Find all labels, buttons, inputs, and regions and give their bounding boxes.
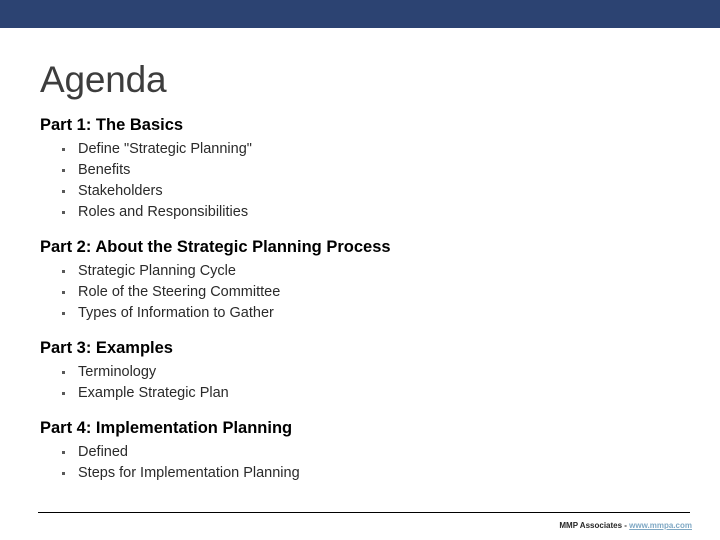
square-bullet-icon	[62, 169, 65, 172]
list-item-label: Strategic Planning Cycle	[78, 263, 236, 279]
bullet-list-part-3: Terminology Example Strategic Plan	[40, 362, 690, 404]
square-bullet-icon	[62, 392, 65, 395]
section-heading-part-3: Part 3: Examples	[40, 339, 173, 357]
page-title: Agenda	[40, 59, 167, 100]
list-item-label: Roles and Responsibilities	[78, 204, 249, 220]
list-item: Terminology	[40, 362, 690, 383]
bullet-list-part-2: Strategic Planning Cycle Role of the Ste…	[40, 261, 690, 324]
agenda-section-part-1: Part 1: The Basics Define "Strategic Pla…	[40, 115, 690, 223]
footer-website-link[interactable]: www.mmpa.com	[629, 521, 692, 530]
list-item: Types of Information to Gather	[40, 303, 690, 324]
slide-agenda: Agenda Part 1: The Basics Define "Strate…	[0, 0, 720, 540]
list-item: Steps for Implementation Planning	[40, 463, 690, 484]
footer-credit-label: MMP Associates -	[559, 521, 630, 530]
list-item: Defined	[40, 442, 690, 463]
list-item-label: Example Strategic Plan	[78, 385, 229, 401]
square-bullet-icon	[62, 451, 65, 454]
list-item-label: Terminology	[78, 364, 157, 380]
list-item: Example Strategic Plan	[40, 383, 690, 404]
footer-credit: MMP Associates - www.mmpa.com	[559, 520, 692, 531]
list-item: Role of the Steering Committee	[40, 282, 690, 303]
square-bullet-icon	[62, 472, 65, 475]
list-item-label: Steps for Implementation Planning	[78, 465, 300, 481]
square-bullet-icon	[62, 312, 65, 315]
square-bullet-icon	[62, 190, 65, 193]
list-item: Define "Strategic Planning"	[40, 139, 690, 160]
list-item-label: Benefits	[78, 162, 131, 178]
list-item-label: Stakeholders	[78, 183, 163, 199]
agenda-section-part-2: Part 2: About the Strategic Planning Pro…	[40, 237, 690, 324]
list-item: Stakeholders	[40, 181, 690, 202]
list-item-label: Types of Information to Gather	[78, 305, 274, 321]
square-bullet-icon	[62, 148, 65, 151]
section-heading-part-2: Part 2: About the Strategic Planning Pro…	[40, 238, 391, 256]
top-accent-bar	[0, 0, 720, 28]
section-heading-part-4: Part 4: Implementation Planning	[40, 419, 293, 437]
list-item-label: Defined	[78, 444, 128, 460]
list-item-label: Role of the Steering Committee	[78, 284, 281, 300]
list-item: Strategic Planning Cycle	[40, 261, 690, 282]
list-item: Benefits	[40, 160, 690, 181]
bullet-list-part-1: Define "Strategic Planning" Benefits Sta…	[40, 139, 690, 223]
list-item-label: Define "Strategic Planning"	[78, 141, 252, 157]
square-bullet-icon	[62, 371, 65, 374]
agenda-section-part-3: Part 3: Examples Terminology Example Str…	[40, 338, 690, 404]
list-item: Roles and Responsibilities	[40, 202, 690, 223]
bullet-list-part-4: Defined Steps for Implementation Plannin…	[40, 442, 690, 484]
square-bullet-icon	[62, 211, 65, 214]
section-heading-part-1: Part 1: The Basics	[40, 116, 184, 134]
agenda-content: Part 1: The Basics Define "Strategic Pla…	[40, 115, 690, 484]
square-bullet-icon	[62, 291, 65, 294]
square-bullet-icon	[62, 270, 65, 273]
agenda-section-part-4: Part 4: Implementation Planning Defined …	[40, 418, 690, 484]
footer-divider	[38, 512, 690, 513]
